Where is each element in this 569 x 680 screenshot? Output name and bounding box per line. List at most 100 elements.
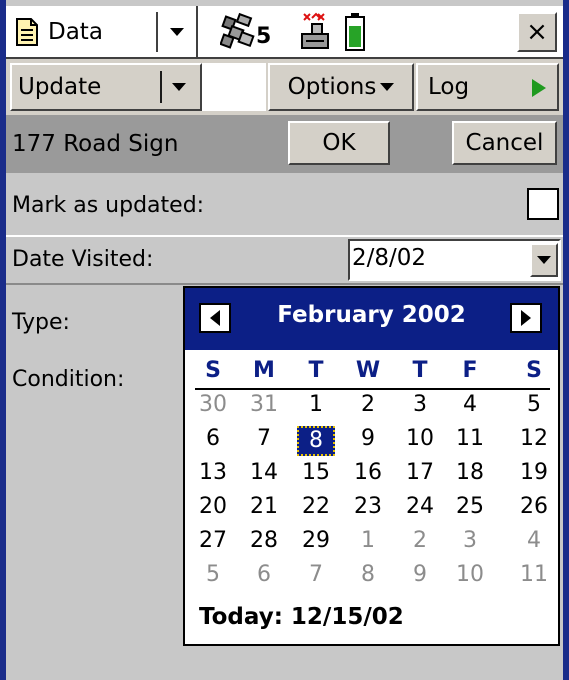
close-button[interactable]: × — [517, 12, 557, 52]
menu-bar: Update Options Log — [6, 59, 563, 115]
calendar-day-cell[interactable]: 31 — [245, 392, 283, 417]
chevron-down-icon — [172, 83, 186, 91]
weekday-header: T — [308, 358, 324, 383]
calendar-day-cell[interactable]: 12 — [515, 426, 553, 451]
update-button[interactable]: Update — [10, 63, 202, 111]
calendar-day-cell[interactable]: 18 — [451, 460, 489, 485]
previous-month-button[interactable] — [199, 303, 231, 333]
date-visited-row: Date Visited: 2/8/02 — [6, 235, 563, 285]
weekday-header: S — [526, 358, 542, 383]
date-visited-label: Date Visited: — [12, 247, 154, 272]
options-menu-button[interactable]: Options — [268, 63, 414, 111]
chevron-down-icon — [170, 28, 184, 36]
top-bar: Data 5 × — [6, 6, 563, 59]
today-label[interactable]: Today: 12/15/02 — [199, 604, 404, 630]
date-visited-value: 2/8/02 — [352, 245, 427, 271]
record-bar: 177 Road Sign OK Cancel — [6, 115, 563, 173]
mark-updated-label: Mark as updated: — [12, 193, 205, 218]
calendar-day-cell[interactable]: 14 — [245, 460, 283, 485]
record-title: 177 Road Sign — [12, 131, 179, 157]
date-dropdown-button[interactable] — [530, 243, 558, 277]
calendar-day-cell[interactable]: 20 — [194, 494, 232, 519]
next-month-button[interactable] — [510, 303, 542, 333]
divider — [156, 12, 158, 52]
gps-antenna-icon — [296, 10, 336, 58]
document-icon — [14, 17, 40, 47]
calendar-day-cell[interactable]: 24 — [401, 494, 439, 519]
gps-receiver-status[interactable] — [296, 10, 336, 54]
calendar-day-cell[interactable]: 2 — [401, 528, 439, 553]
calendar-day-cell[interactable]: 15 — [297, 460, 335, 485]
cancel-button[interactable]: Cancel — [452, 121, 557, 165]
play-icon — [532, 79, 546, 97]
log-label: Log — [428, 74, 470, 100]
calendar-day-cell[interactable]: 25 — [451, 494, 489, 519]
calendar-day-cell[interactable]: 11 — [451, 426, 489, 451]
update-label: Update — [18, 74, 102, 100]
calendar-day-cell[interactable]: 1 — [297, 392, 335, 417]
ok-label: OK — [322, 130, 356, 156]
calendar-day-cell[interactable]: 16 — [349, 460, 387, 485]
satellite-count: 5 — [256, 24, 272, 49]
calendar-day-cell[interactable]: 23 — [349, 494, 387, 519]
weekday-divider — [195, 388, 550, 390]
selected-day-cell[interactable]: 8 — [297, 426, 335, 456]
data-menu-dropdown[interactable] — [162, 10, 192, 54]
weekday-header: S — [205, 358, 221, 383]
data-menu-button[interactable]: Data — [10, 10, 160, 54]
calendar-day-cell[interactable]: 6 — [245, 562, 283, 587]
chevron-down-icon — [380, 83, 395, 91]
close-icon: × — [526, 17, 548, 47]
calendar-day-cell[interactable]: 3 — [401, 392, 439, 417]
battery-icon — [344, 12, 366, 58]
gps-satellite-status[interactable]: 5 — [219, 10, 280, 54]
ok-button[interactable]: OK — [288, 121, 390, 165]
calendar-day-cell[interactable]: 29 — [297, 528, 335, 553]
calendar-day-cell[interactable]: 2 — [349, 392, 387, 417]
calendar-day-cell[interactable]: 27 — [194, 528, 232, 553]
calendar-month-title: February 2002 — [277, 302, 466, 328]
calendar-day-cell[interactable]: 9 — [349, 426, 387, 451]
calendar-day-cell[interactable]: 5 — [194, 562, 232, 587]
divider — [196, 6, 198, 57]
weekday-header: W — [355, 358, 381, 383]
calendar-day-cell[interactable]: 7 — [245, 426, 283, 451]
calendar-header: February 2002 — [185, 288, 558, 350]
type-label: Type: — [12, 310, 70, 335]
data-menu-label: Data — [48, 19, 103, 45]
calendar-day-cell[interactable]: 17 — [401, 460, 439, 485]
update-value-box[interactable] — [202, 63, 266, 111]
arrow-left-icon — [210, 310, 220, 326]
calendar-day-cell[interactable]: 10 — [401, 426, 439, 451]
battery-status[interactable] — [344, 10, 368, 54]
calendar-day-cell[interactable]: 9 — [401, 562, 439, 587]
weekday-header: F — [462, 358, 478, 383]
calendar-day-cell[interactable]: 19 — [515, 460, 553, 485]
calendar-day-cell[interactable]: 30 — [194, 392, 232, 417]
calendar-day-cell[interactable]: 10 — [451, 562, 489, 587]
options-label: Options — [287, 74, 377, 100]
calendar-day-cell[interactable]: 28 — [245, 528, 283, 553]
chevron-down-icon — [537, 256, 551, 264]
calendar-day-cell[interactable]: 5 — [515, 392, 553, 417]
calendar-day-cell[interactable]: 26 — [515, 494, 553, 519]
log-button[interactable]: Log — [416, 63, 559, 111]
date-picker-calendar: February 2002 S M T W T F S 30 31 1 2 3 4 5 6 7 8… — [183, 286, 560, 646]
mark-updated-checkbox[interactable] — [527, 188, 559, 220]
calendar-day-cell[interactable]: 7 — [297, 562, 335, 587]
weekday-header: M — [253, 358, 275, 383]
calendar-day-cell[interactable]: 4 — [515, 528, 553, 553]
calendar-day-cell[interactable]: 3 — [451, 528, 489, 553]
cancel-label: Cancel — [465, 130, 544, 156]
calendar-day-cell[interactable]: 4 — [451, 392, 489, 417]
date-visited-input[interactable]: 2/8/02 — [348, 239, 561, 281]
calendar-day-cell[interactable]: 1 — [349, 528, 387, 553]
calendar-day-cell[interactable]: 8 — [349, 562, 387, 587]
weekday-header: T — [412, 358, 428, 383]
arrow-right-icon — [521, 310, 531, 326]
calendar-day-cell[interactable]: 6 — [194, 426, 232, 451]
calendar-day-cell[interactable]: 13 — [194, 460, 232, 485]
calendar-day-cell[interactable]: 21 — [245, 494, 283, 519]
calendar-day-cell[interactable]: 22 — [297, 494, 335, 519]
calendar-day-cell[interactable]: 11 — [515, 562, 553, 587]
